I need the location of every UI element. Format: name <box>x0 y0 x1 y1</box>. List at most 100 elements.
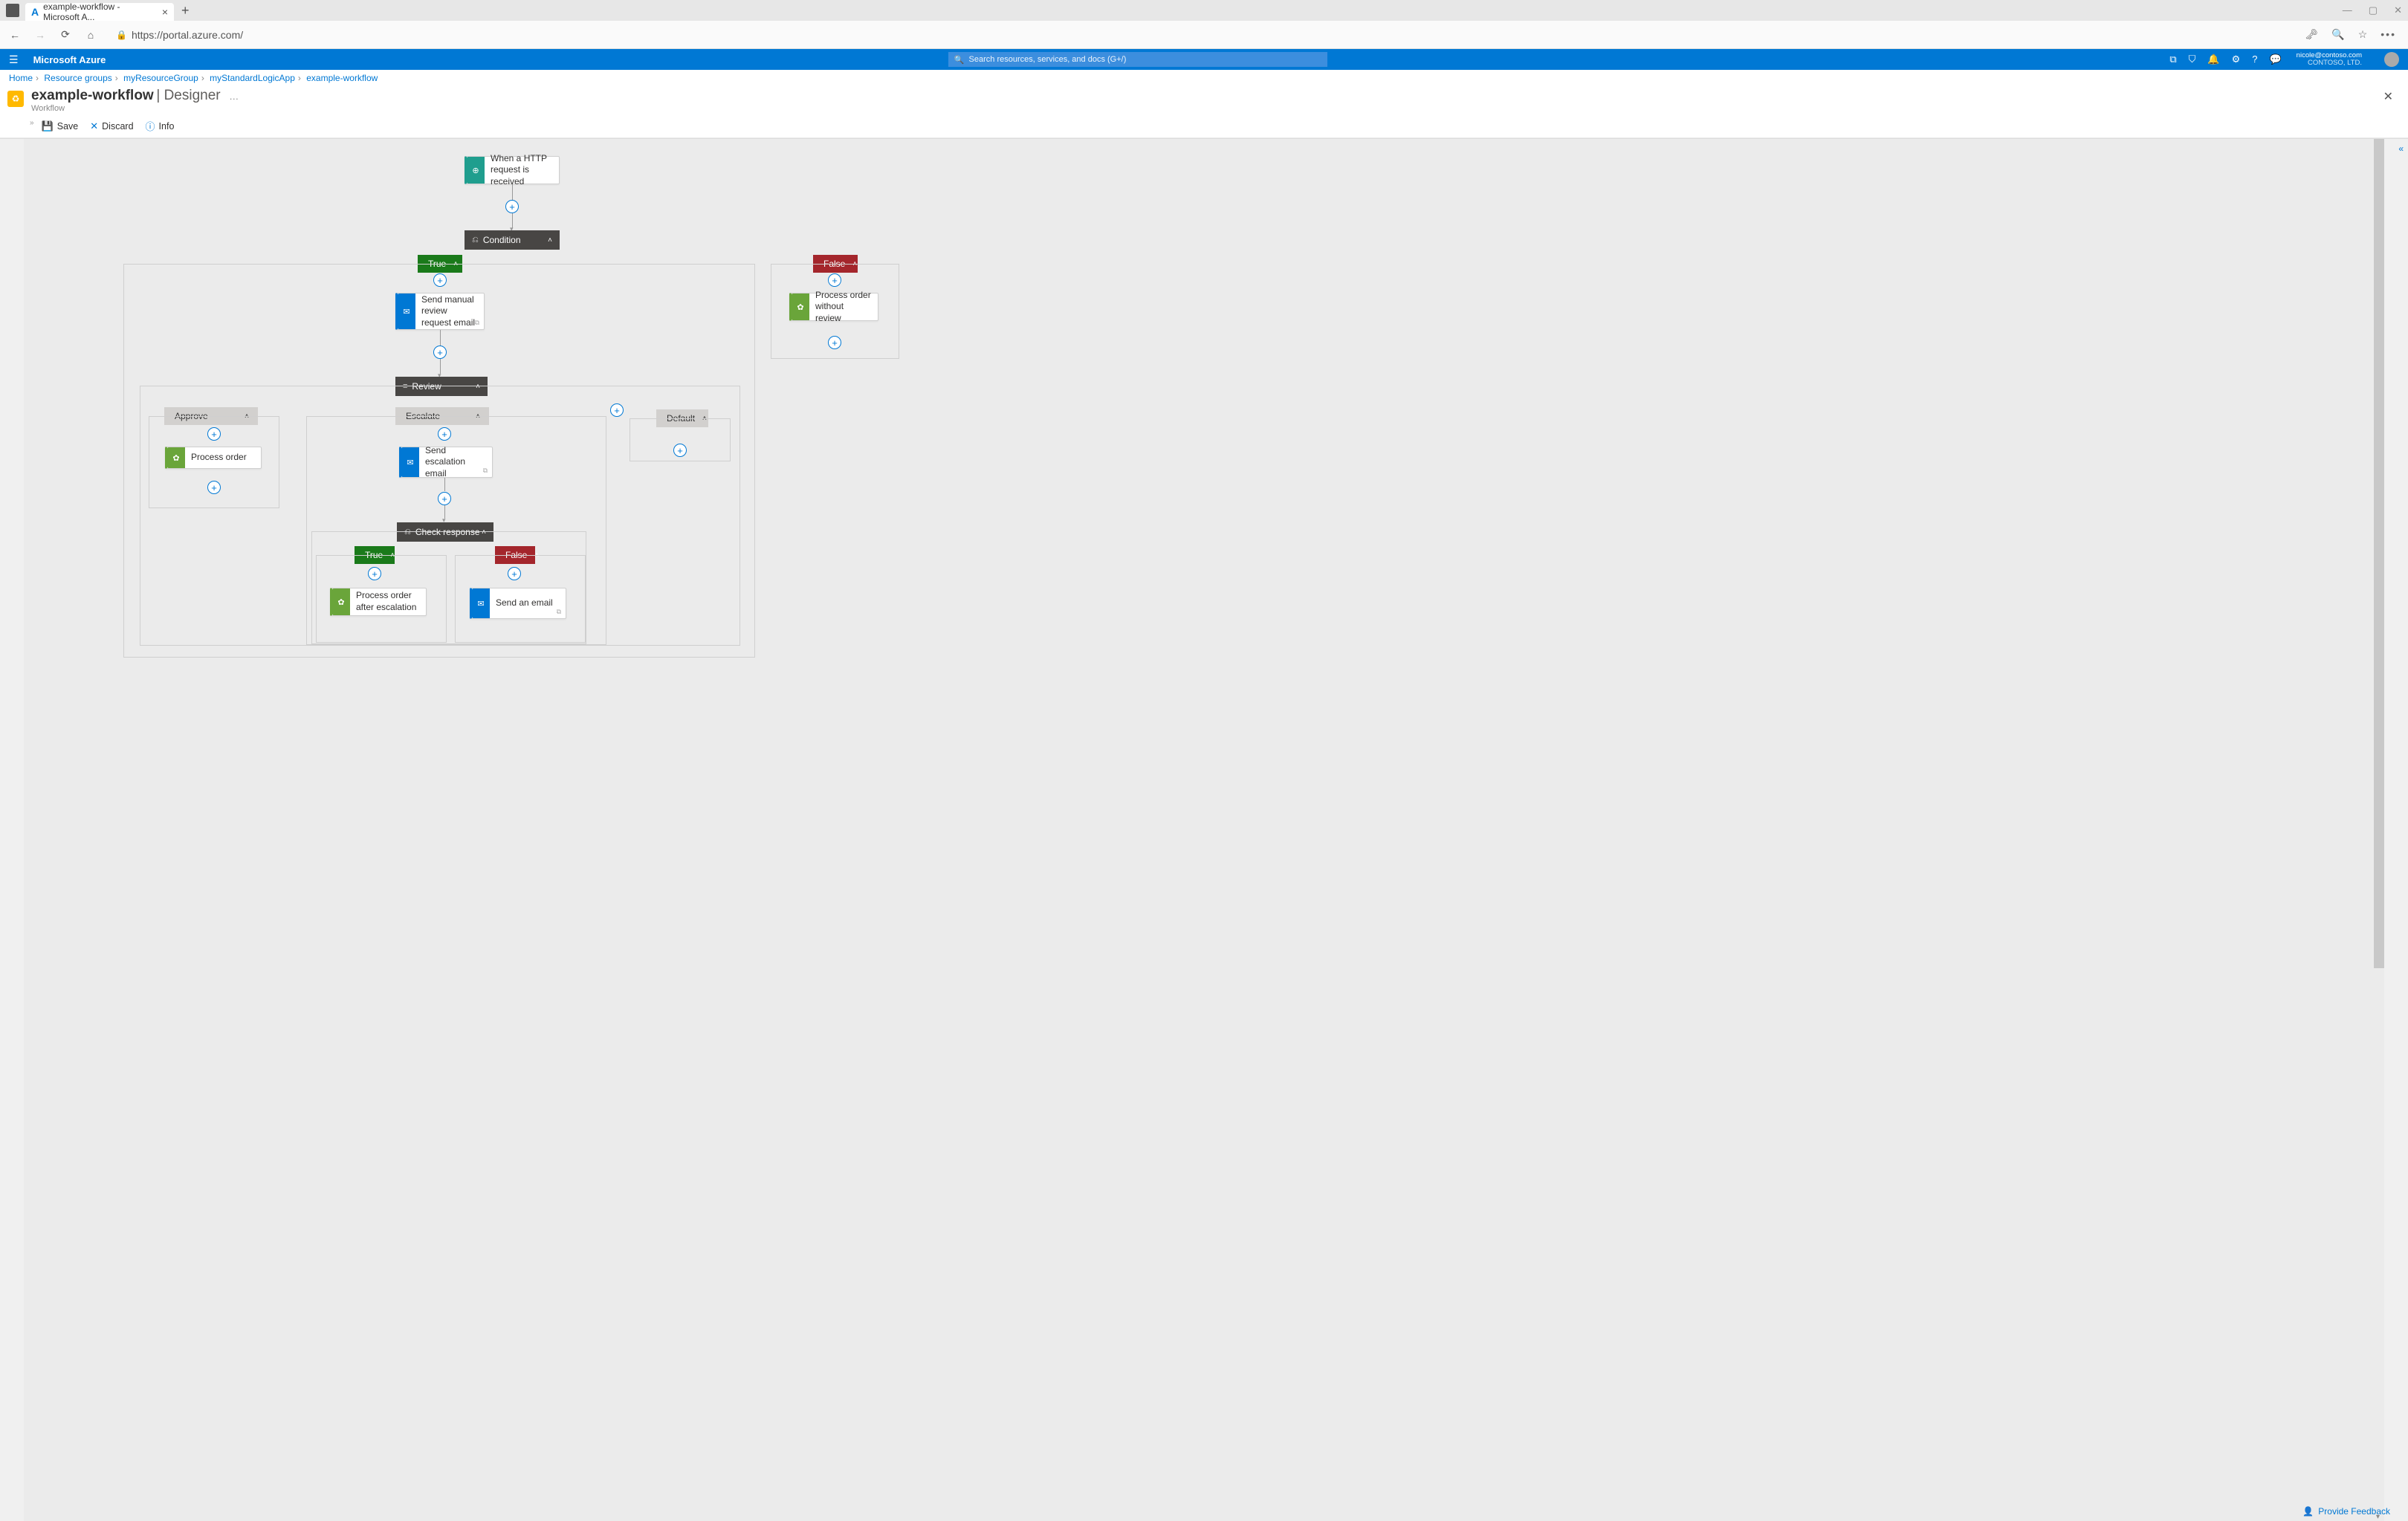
add-step-button[interactable]: + <box>433 273 447 287</box>
add-step-button[interactable]: + <box>438 427 451 441</box>
new-tab-button[interactable]: + <box>181 3 190 19</box>
designer-canvas[interactable]: ⊕ When a HTTP request is received + ▾ ⎌ … <box>24 139 2384 1521</box>
azure-top-bar: ☰ Microsoft Azure 🔍 Search resources, se… <box>0 49 2408 70</box>
tab-title: example-workflow - Microsoft A... <box>43 1 158 22</box>
azure-logo-icon: A <box>31 6 39 18</box>
crumb-rg[interactable]: Resource groups <box>44 73 111 83</box>
portal-brand[interactable]: Microsoft Azure <box>33 54 106 65</box>
workflow-icon: ♻ <box>7 91 24 107</box>
url-text: https://portal.azure.com/ <box>132 29 243 41</box>
send-escalation-email-label: Send escalation email <box>419 447 492 477</box>
send-review-email-node[interactable]: ✉ Send manual review request email ⧉ <box>395 293 485 330</box>
app-icon <box>6 4 19 17</box>
page-title: example-workflow <box>31 88 154 103</box>
settings-icon[interactable]: ⚙ <box>2232 53 2241 65</box>
outlook-icon: ✉ <box>401 447 419 477</box>
link-icon: ⧉ <box>475 319 479 327</box>
user-org: CONTOSO, LTD. <box>2308 59 2362 67</box>
page-more-icon[interactable]: … <box>229 91 239 102</box>
page-header: ♻ example-workflow | Designer … Workflow… <box>0 86 2408 116</box>
designer-canvas-wrap: ⊕ When a HTTP request is received + ▾ ⎌ … <box>0 138 2408 1521</box>
nav-forward-icon: → <box>33 27 48 42</box>
add-step-button[interactable]: + <box>433 346 447 359</box>
window-close-icon[interactable]: ✕ <box>2394 4 2402 16</box>
discard-icon: ✕ <box>90 120 98 132</box>
add-step-button[interactable]: + <box>207 481 221 494</box>
address-bar[interactable]: 🔒 https://portal.azure.com/ <box>116 29 2295 41</box>
link-icon: ⧉ <box>483 467 488 475</box>
discard-button[interactable]: ✕Discard <box>90 119 133 133</box>
add-step-button[interactable]: + <box>207 427 221 441</box>
page-subtitle: Workflow <box>31 104 239 113</box>
add-step-button[interactable]: + <box>828 336 841 349</box>
process-no-review-node[interactable]: ✿ Process order without review <box>789 293 878 321</box>
cloud-shell-icon[interactable]: ⧉ <box>2169 53 2176 65</box>
add-step-button[interactable]: + <box>368 567 381 580</box>
trigger-label: When a HTTP request is received <box>485 157 559 184</box>
variable-icon: ✿ <box>332 588 350 615</box>
process-order-label: Process order <box>185 447 261 468</box>
window-minimize-icon[interactable]: — <box>2343 4 2352 16</box>
provide-feedback-button[interactable]: 👤 Provide Feedback <box>2302 1506 2390 1517</box>
site-info-icon[interactable]: 🔒 <box>116 30 127 40</box>
process-no-review-label: Process order without review <box>809 294 878 320</box>
save-icon: 💾 <box>42 120 54 132</box>
trigger-node[interactable]: ⊕ When a HTTP request is received <box>465 156 560 184</box>
http-icon: ⊕ <box>467 157 485 184</box>
page-mode: | Designer <box>156 88 220 103</box>
nav-back-icon[interactable]: ← <box>7 27 22 42</box>
add-step-button[interactable]: + <box>505 200 519 213</box>
send-escalation-email-node[interactable]: ✉ Send escalation email ⧉ <box>399 447 493 478</box>
notifications-icon[interactable]: 🔔 <box>2207 53 2219 65</box>
credentials-icon[interactable]: 🗝 <box>2305 28 2319 41</box>
close-tab-icon[interactable]: × <box>162 6 168 18</box>
send-an-email-node[interactable]: ✉ Send an email ⧉ <box>470 588 566 619</box>
help-icon[interactable]: ? <box>2252 53 2257 65</box>
process-after-escalation-node[interactable]: ✿ Process order after escalation <box>330 588 427 616</box>
outlook-icon: ✉ <box>398 294 415 329</box>
add-step-button[interactable]: + <box>828 273 841 287</box>
feedback-icon: 👤 <box>2302 1506 2314 1517</box>
browser-tab[interactable]: A example-workflow - Microsoft A... × <box>25 3 174 21</box>
variable-icon: ✿ <box>167 447 185 468</box>
zoom-icon[interactable]: 🔍 <box>2331 28 2344 41</box>
crumb-myrg[interactable]: myResourceGroup <box>123 73 198 83</box>
add-step-button[interactable]: + <box>508 567 521 580</box>
crumb-home[interactable]: Home <box>9 73 33 83</box>
nav-home-icon[interactable]: ⌂ <box>83 27 98 42</box>
process-order-node[interactable]: ✿ Process order <box>165 447 262 469</box>
add-step-button[interactable]: + <box>438 492 451 505</box>
avatar[interactable] <box>2384 52 2399 67</box>
info-button[interactable]: ⓘInfo <box>146 119 175 133</box>
favorite-icon[interactable]: ☆ <box>2358 28 2368 41</box>
close-blade-icon[interactable]: ✕ <box>2383 89 2393 104</box>
expand-menu-icon[interactable]: » <box>30 119 34 133</box>
portal-menu-icon[interactable]: ☰ <box>9 53 19 66</box>
panel-toggle-icon[interactable]: « <box>2398 143 2404 154</box>
save-button[interactable]: 💾Save <box>42 119 79 133</box>
portal-search[interactable]: 🔍 Search resources, services, and docs (… <box>948 52 1327 67</box>
crumb-app[interactable]: myStandardLogicApp <box>210 73 295 83</box>
search-placeholder: Search resources, services, and docs (G+… <box>969 55 1127 64</box>
more-icon[interactable]: ••• <box>2381 28 2396 41</box>
outlook-icon: ✉ <box>472 588 490 618</box>
add-step-button[interactable]: + <box>673 444 687 457</box>
window-maximize-icon[interactable]: ▢ <box>2369 4 2378 16</box>
scroll-thumb[interactable] <box>2374 139 2384 968</box>
add-case-button[interactable]: + <box>610 403 624 417</box>
designer-toolbar: » 💾Save ✕Discard ⓘInfo <box>0 116 2408 138</box>
feedback-icon[interactable]: 💬 <box>2269 53 2281 65</box>
send-an-email-label: Send an email <box>490 588 566 618</box>
info-icon: ⓘ <box>146 119 155 133</box>
process-after-escalation-label: Process order after escalation <box>350 588 426 615</box>
nav-refresh-icon[interactable]: ⟳ <box>58 27 73 42</box>
crumb-workflow[interactable]: example-workflow <box>306 73 378 83</box>
user-account[interactable]: nicole@contoso.com CONTOSO, LTD. <box>2297 52 2362 68</box>
link-icon: ⧉ <box>557 608 561 616</box>
search-icon: 🔍 <box>954 55 965 65</box>
browser-nav-bar: ← → ⟳ ⌂ 🔒 https://portal.azure.com/ 🗝 🔍 … <box>0 21 2408 49</box>
canvas-scrollbar[interactable]: ▴ ▾ <box>2374 139 2384 1521</box>
variable-icon: ✿ <box>792 294 809 320</box>
browser-tab-strip: A example-workflow - Microsoft A... × + … <box>0 0 2408 21</box>
directory-switch-icon[interactable]: ⛉ <box>2189 53 2196 65</box>
